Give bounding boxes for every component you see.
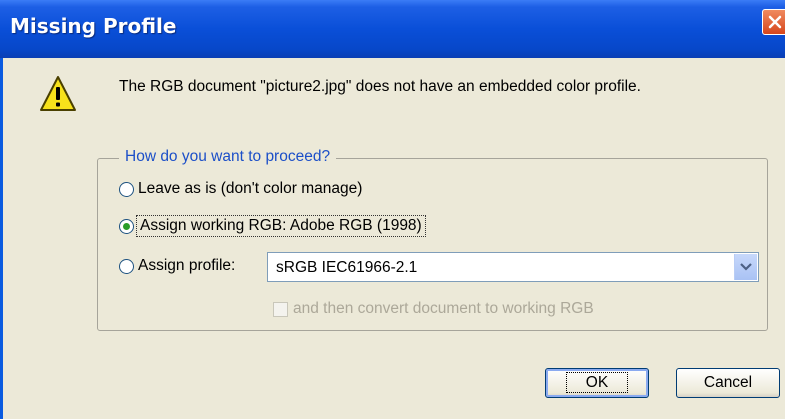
close-button[interactable]	[762, 9, 785, 35]
convert-checkbox-row[interactable]: and then convert document to working RGB	[273, 300, 594, 318]
cancel-button-label: Cancel	[703, 374, 753, 391]
ok-button-label: OK	[565, 372, 629, 393]
missing-profile-dialog: Missing Profile The RGB document "pictur…	[0, 0, 785, 419]
radio-button[interactable]	[119, 258, 134, 274]
cancel-button[interactable]: Cancel	[676, 368, 780, 398]
radio-label: Assign working RGB: Adobe RGB (1998)	[136, 215, 426, 237]
proceed-group-label: How do you want to proceed?	[119, 148, 337, 166]
ok-button[interactable]: OK	[545, 368, 649, 398]
radio-leave-as-is[interactable]: Leave as is (don't color manage)	[119, 180, 362, 198]
message-text: The RGB document "picture2.jpg" does not…	[119, 78, 641, 95]
radio-assign-working-rgb[interactable]: Assign working RGB: Adobe RGB (1998)	[119, 215, 426, 237]
close-icon	[768, 15, 782, 29]
profile-select-value: sRGB IEC61966-2.1	[276, 259, 418, 276]
radio-button[interactable]	[119, 181, 134, 197]
dialog-title: Missing Profile	[10, 14, 177, 38]
title-bar[interactable]: Missing Profile	[0, 0, 785, 58]
convert-checkbox[interactable]	[273, 301, 288, 317]
radio-button-selected[interactable]	[119, 218, 134, 234]
profile-select[interactable]: sRGB IEC61966-2.1	[267, 252, 759, 282]
warning-icon	[40, 76, 76, 111]
radio-label: Assign profile:	[138, 257, 236, 274]
radio-assign-profile[interactable]: Assign profile:	[119, 257, 235, 275]
convert-checkbox-label: and then convert document to working RGB	[293, 300, 594, 317]
radio-label: Leave as is (don't color manage)	[138, 180, 363, 197]
select-dropdown-button[interactable]	[734, 254, 757, 280]
chevron-down-icon	[740, 263, 752, 271]
